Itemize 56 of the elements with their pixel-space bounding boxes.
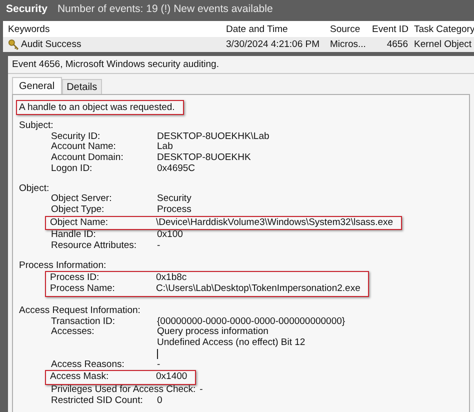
tab[interactable]: Details [62, 79, 102, 94]
field-label: Resource Attributes: [51, 241, 138, 252]
field-value: DESKTOP-8UOEKHK [157, 153, 252, 164]
field-label: Transaction ID: [51, 316, 116, 328]
field-label: Handle ID: [51, 230, 97, 241]
field-label: Access Mask: [50, 372, 110, 384]
tab[interactable]: General [12, 77, 62, 94]
field-label: Object Name: [50, 218, 110, 228]
field-value: 0x4695C [157, 164, 196, 175]
column-header[interactable]: Keywords [8, 24, 226, 34]
field-value: 0 [157, 396, 164, 406]
field-value: C:\Users\Lab\Desktop\TokenImpersonation2.exe [156, 284, 360, 295]
field-label: Security ID: [51, 132, 102, 142]
field-value: - [157, 360, 162, 370]
field-value: {00000000-0000-0000-0000-000000000000} [157, 316, 346, 327]
event-title: Event 4656, Microsoft Windows security auditing. [8, 56, 474, 74]
field-label: Restricted SID Count: [51, 396, 144, 406]
table-cell: Audit Success [21, 39, 82, 50]
section-heading: Process Information: [19, 260, 108, 272]
event-row[interactable]: Audit Success 3/30/2024 4:21:06 PM Micros... 4656 Kernel Object [3, 37, 474, 52]
event-message: A handle to an object was requested. [19, 102, 175, 113]
field-label: Account Domain: [51, 153, 124, 164]
column-header[interactable]: Source [330, 24, 372, 34]
table-cell-text: 4656 [386, 39, 409, 50]
key-icon [8, 39, 19, 50]
field-value: Lab [157, 142, 174, 153]
section-heading: Subject: [19, 121, 54, 132]
field-value: Query process information [157, 327, 270, 338]
field-label: Privileges Used for Access Check: [51, 385, 196, 396]
field-value: Security [157, 194, 192, 205]
field-label: Logon ID: [51, 164, 94, 175]
section-heading: Access Request Information: [19, 306, 142, 317]
field-label: Process Name: [50, 284, 116, 295]
section-heading: Object: [19, 184, 50, 194]
field-value: 0x1400 [156, 372, 188, 384]
field-value: - [200, 385, 204, 396]
column-header[interactable]: Date and Time [226, 24, 330, 34]
table-cell-text: Kernel Object [414, 39, 473, 50]
field-label: Object Server: [51, 194, 113, 205]
field-value: Undefined Access (no effect) Bit 12 [157, 338, 306, 349]
table-cell-text: 3/30/2024 4:21:06 PM [226, 39, 320, 50]
column-header[interactable]: Event ID [372, 24, 414, 34]
field-value: 0x1b8c [156, 273, 188, 284]
field-value: 0x100 [157, 230, 184, 242]
table-cell-text: Micros... [330, 39, 367, 50]
field-value: - [157, 241, 162, 252]
field-label: Object Type: [51, 204, 106, 216]
panel-title: Security [6, 3, 48, 15]
field-value: DESKTOP-8UOEKHK\Lab [157, 132, 270, 142]
field-label: Account Name: [51, 142, 117, 153]
field-label: Access Reasons: [51, 360, 126, 370]
event-count: Number of events: 19 (!) New events available [57, 3, 273, 15]
field-value: \Device\HarddiskVolume3\Windows\System32\lsass.exe [156, 218, 394, 228]
field-label: Process ID: [50, 273, 100, 284]
field-label: Accesses: [51, 327, 96, 340]
field-value: Process [157, 204, 192, 216]
